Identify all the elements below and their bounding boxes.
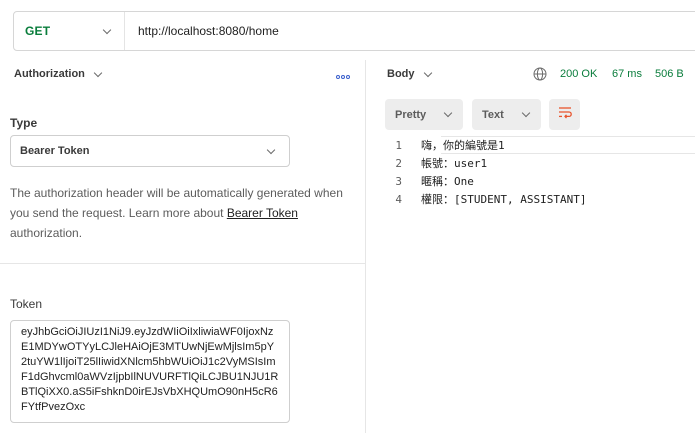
type-label: Type	[10, 116, 38, 130]
line-text: 帳號：user1	[421, 157, 488, 170]
line-text: 嗨，你的編號是1	[421, 139, 505, 152]
url-input[interactable]: http://localhost:8080/home	[125, 24, 279, 38]
pretty-format-button[interactable]: Pretty	[385, 99, 463, 130]
auth-header-label: Authorization	[14, 68, 85, 80]
wrap-lines-button[interactable]	[549, 99, 580, 130]
response-body: 1 嗨，你的編號是1 2 帳號：user1 3 暱稱：One 4 權限：[STU…	[366, 136, 695, 208]
auth-panel: Authorization Type Bearer Token The auth…	[0, 60, 366, 433]
chevron-down-icon	[102, 25, 112, 34]
pretty-label: Pretty	[395, 108, 427, 121]
code-line: 1 嗨，你的編號是1	[395, 136, 695, 154]
line-number: 4	[395, 192, 402, 206]
line-text: 權限：[STUDENT, ASSISTANT]	[421, 193, 587, 206]
body-label: Body	[387, 68, 415, 80]
auth-type-select[interactable]: Bearer Token	[10, 135, 290, 167]
token-input[interactable]: eyJhbGciOiJIUzI1NiJ9.eyJzdWIiOiIxliwiaWF…	[10, 320, 290, 423]
token-label: Token	[10, 297, 43, 311]
code-line: 4 權限：[STUDENT, ASSISTANT]	[366, 190, 695, 208]
chevron-down-icon	[93, 68, 103, 77]
method-select[interactable]: GET	[14, 12, 125, 50]
chevron-down-icon	[443, 108, 453, 118]
chevron-down-icon	[521, 108, 531, 118]
response-body-dropdown[interactable]: Body	[387, 68, 432, 80]
more-options-icon[interactable]	[336, 67, 350, 83]
code-line: 2 帳號：user1	[366, 154, 695, 172]
description-text-end: authorization.	[10, 226, 83, 240]
url-bar: GET http://localhost:8080/home	[13, 11, 695, 51]
code-line: 3 暱稱：One	[366, 172, 695, 190]
line-number: 1	[395, 138, 402, 152]
auth-tab-dropdown[interactable]: Authorization	[14, 68, 103, 80]
line-number: 3	[395, 174, 402, 188]
wrap-lines-icon	[557, 105, 573, 124]
text-label: Text	[482, 108, 504, 121]
chevron-down-icon	[423, 68, 432, 77]
auth-description: The authorization header will be automat…	[10, 183, 355, 243]
response-panel: Body 200 OK 67 ms 506 B Pretty Text 1 嗨，…	[366, 60, 695, 433]
response-size[interactable]: 506 B	[655, 68, 684, 80]
auth-type-value: Bearer Token	[20, 145, 90, 157]
method-label: GET	[25, 24, 51, 38]
globe-icon[interactable]	[533, 67, 547, 86]
line-number: 2	[395, 156, 402, 170]
response-time[interactable]: 67 ms	[612, 68, 642, 80]
line-text: 暱稱：One	[421, 175, 474, 188]
divider	[0, 263, 366, 264]
status-badge[interactable]: 200 OK	[560, 68, 597, 80]
chevron-down-icon	[266, 145, 276, 154]
bearer-token-link[interactable]: Bearer Token	[227, 206, 298, 220]
language-select[interactable]: Text	[472, 99, 541, 130]
